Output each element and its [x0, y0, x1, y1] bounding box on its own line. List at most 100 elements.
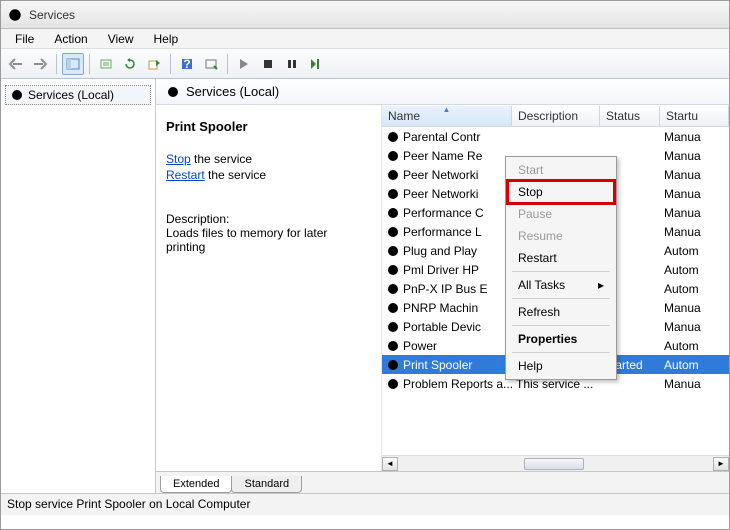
ctx-start[interactable]: Start [508, 159, 614, 181]
description-text: Loads files to memory for later printing [166, 226, 369, 254]
gear-icon [386, 358, 400, 372]
sort-asc-icon: ▲ [443, 105, 451, 114]
gear-icon [166, 85, 180, 99]
row-name: Peer Networki [403, 168, 478, 182]
row-name: Peer Networki [403, 187, 478, 201]
scroll-right-arrow[interactable]: ► [713, 457, 729, 471]
ctx-refresh[interactable]: Refresh [508, 301, 614, 323]
row-startup: Manua [660, 168, 729, 182]
gear-icon [386, 168, 400, 182]
show-tree-button[interactable] [62, 53, 84, 75]
col-status[interactable]: Status [600, 106, 660, 126]
row-startup: Autom [660, 358, 729, 372]
gear-icon [386, 263, 400, 277]
gear-icon [386, 339, 400, 353]
window-title: Services [29, 8, 75, 22]
tab-extended[interactable]: Extended [160, 476, 232, 493]
nav-forward-button[interactable] [29, 53, 51, 75]
menu-action[interactable]: Action [44, 30, 97, 48]
col-description[interactable]: Description [512, 106, 600, 126]
tree-item-services-local[interactable]: Services (Local) [5, 85, 151, 105]
menu-view[interactable]: View [98, 30, 144, 48]
row-name: Portable Devic [403, 320, 481, 334]
separator [56, 54, 57, 74]
svg-text:?: ? [183, 57, 190, 71]
col-name[interactable]: ▲Name [382, 106, 512, 126]
ctx-stop[interactable]: Stop [508, 181, 614, 203]
service-name: Print Spooler [166, 119, 369, 134]
row-name: Performance C [403, 206, 484, 220]
horizontal-scrollbar[interactable]: ◄ ► [382, 455, 729, 471]
stop-suffix: the service [191, 152, 252, 166]
row-name: PnP-X IP Bus E [403, 282, 488, 296]
scroll-thumb[interactable] [524, 458, 584, 470]
refresh-button[interactable] [119, 53, 141, 75]
gear-icon [386, 377, 400, 391]
ctx-help[interactable]: Help [508, 355, 614, 377]
panel-header: Services (Local) [156, 79, 729, 105]
stop-link[interactable]: Stop [166, 152, 191, 166]
ctx-restart[interactable]: Restart [508, 247, 614, 269]
ctx-properties[interactable]: Properties [508, 328, 614, 350]
divider [512, 325, 610, 326]
gear-icon [386, 130, 400, 144]
gear-icon [386, 206, 400, 220]
submenu-arrow-icon: ▸ [598, 278, 604, 292]
export-button[interactable] [143, 53, 165, 75]
row-startup: Manua [660, 301, 729, 315]
ctx-pause[interactable]: Pause [508, 203, 614, 225]
main-area: Services (Local) Services (Local) Print … [1, 79, 729, 493]
ctx-resume[interactable]: Resume [508, 225, 614, 247]
nav-back-button[interactable] [5, 53, 27, 75]
gear-icon [386, 225, 400, 239]
title-bar: Services [1, 1, 729, 29]
row-startup: Manua [660, 225, 729, 239]
divider [512, 298, 610, 299]
status-bar: Stop service Print Spooler on Local Comp… [1, 493, 729, 515]
stop-service-button[interactable] [257, 53, 279, 75]
view-button[interactable] [200, 53, 222, 75]
tree-item-label: Services (Local) [28, 88, 114, 102]
gear-icon [386, 149, 400, 163]
view-tabs: Extended Standard [156, 471, 729, 493]
row-startup: Manua [660, 130, 729, 144]
start-service-button[interactable] [233, 53, 255, 75]
tab-standard[interactable]: Standard [231, 476, 302, 493]
right-pane: Services (Local) Print Spooler Stop the … [156, 79, 729, 493]
gear-icon [386, 301, 400, 315]
table-row[interactable]: Parental Contr Manua [382, 127, 729, 146]
separator [170, 54, 171, 74]
pause-service-button[interactable] [281, 53, 303, 75]
scroll-track[interactable] [398, 457, 713, 471]
row-name: Pml Driver HP [403, 263, 479, 277]
separator [89, 54, 90, 74]
gear-icon [386, 244, 400, 258]
help-button[interactable]: ? [176, 53, 198, 75]
restart-line: Restart the service [166, 168, 369, 182]
tree-pane: Services (Local) [1, 79, 156, 493]
row-name: Performance L [403, 225, 482, 239]
gear-icon [10, 88, 24, 102]
row-name: Parental Contr [403, 130, 480, 144]
panel-title: Services (Local) [186, 84, 279, 99]
row-startup: Manua [660, 206, 729, 220]
restart-link[interactable]: Restart [166, 168, 205, 182]
panel-body: Print Spooler Stop the service Restart t… [156, 105, 729, 471]
description-label: Description: [166, 212, 369, 226]
separator [227, 54, 228, 74]
menu-file[interactable]: File [5, 30, 44, 48]
row-name: Plug and Play [403, 244, 477, 258]
detail-pane: Print Spooler Stop the service Restart t… [156, 105, 381, 471]
scroll-left-arrow[interactable]: ◄ [382, 457, 398, 471]
properties-button[interactable] [95, 53, 117, 75]
restart-service-button[interactable] [305, 53, 327, 75]
ctx-all-tasks[interactable]: All Tasks▸ [508, 274, 614, 296]
gear-icon [386, 187, 400, 201]
stop-line: Stop the service [166, 152, 369, 166]
toolbar: ? [1, 49, 729, 79]
menu-help[interactable]: Help [144, 30, 189, 48]
divider [512, 271, 610, 272]
col-startup[interactable]: Startu [660, 106, 729, 126]
row-startup: Manua [660, 187, 729, 201]
row-startup: Manua [660, 149, 729, 163]
